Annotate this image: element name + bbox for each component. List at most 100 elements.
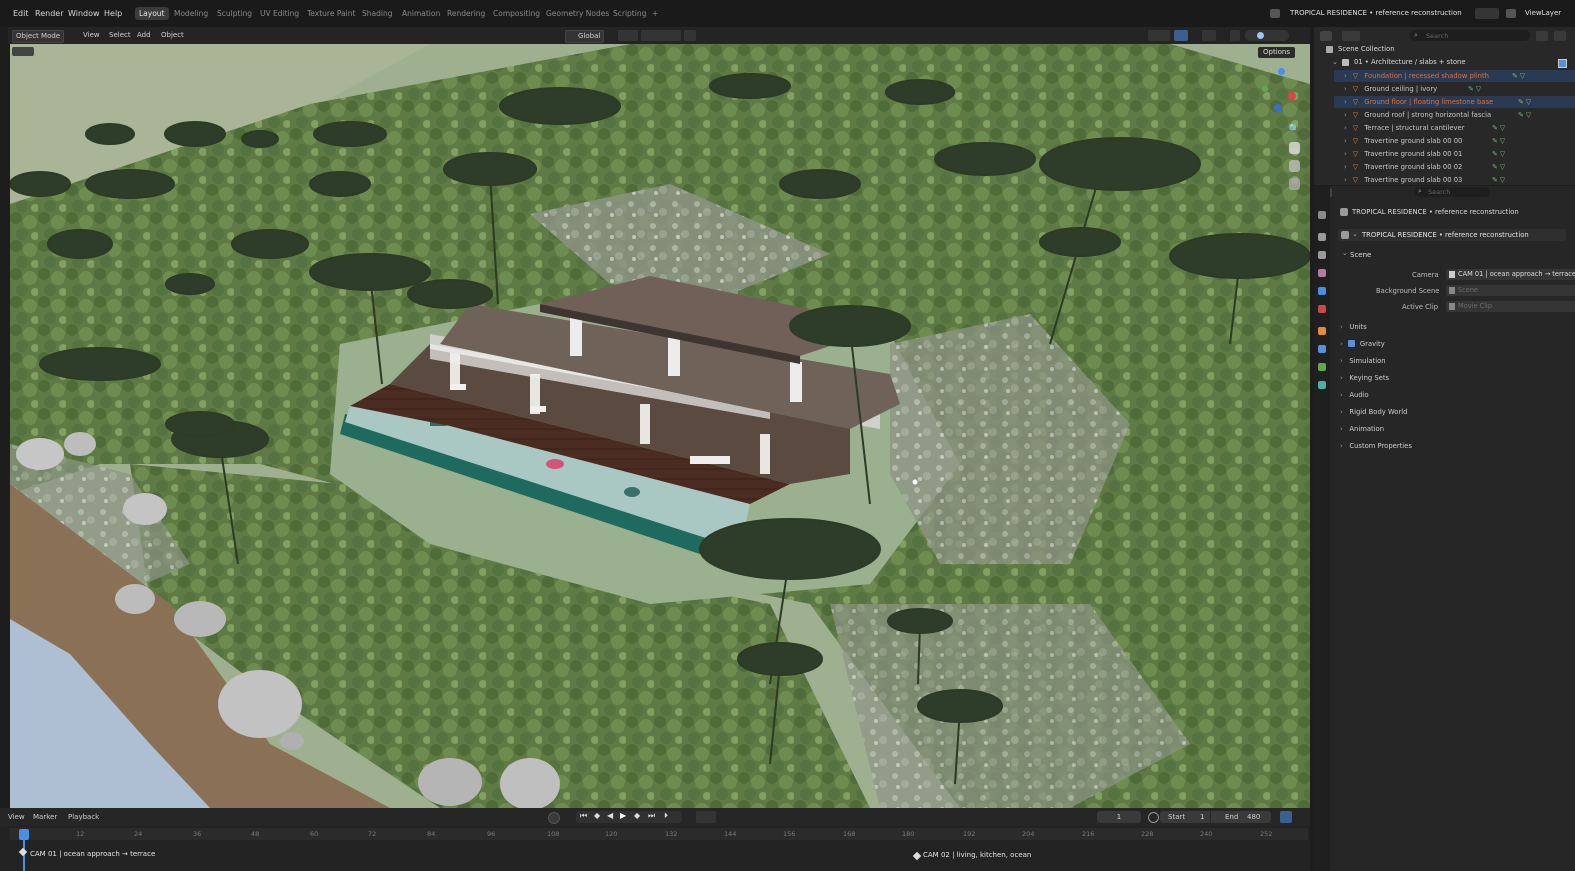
active-clip-field[interactable]: Movie Clip (1446, 301, 1575, 312)
expand-arrow-icon[interactable]: › (1344, 124, 1347, 132)
scene-tab-icon[interactable] (1318, 287, 1326, 295)
expand-arrow-icon[interactable]: › (1344, 85, 1347, 93)
expand-arrow-icon[interactable]: › (1344, 98, 1347, 106)
outliner-row-terrace[interactable]: › ▽ Terrace | structural cantilever ✎ ▽ (1334, 122, 1575, 134)
z-axis-icon[interactable] (1278, 68, 1285, 75)
section-simulation[interactable]: › Simulation (1340, 356, 1568, 368)
menu-window[interactable]: Window (68, 9, 100, 18)
scene-panel-title[interactable]: Scene (1350, 251, 1371, 259)
prev-keyframe-icon[interactable]: ◆ (594, 811, 600, 820)
orientation-dropdown[interactable]: Global (565, 30, 605, 43)
display-mode-dropdown[interactable] (1342, 31, 1360, 41)
tab-layout[interactable]: Layout (135, 7, 169, 20)
overlay-toggle[interactable] (1202, 30, 1216, 41)
expand-arrow-icon[interactable]: › (1344, 163, 1347, 171)
current-frame-field[interactable]: 1 (1097, 811, 1141, 823)
section-units[interactable]: › Units (1340, 322, 1568, 334)
timeline-marker-menu[interactable]: Marker (33, 813, 57, 821)
architecture-collection[interactable]: 01 • Architecture / slabs + stone (1354, 58, 1466, 66)
snap-dropdown[interactable] (641, 30, 681, 41)
object-menu[interactable]: Object (158, 30, 187, 41)
pivot-dropdown[interactable] (618, 30, 638, 41)
tool-tab-icon[interactable] (1318, 211, 1326, 219)
menu-render[interactable]: Render (35, 9, 63, 18)
timeline-view-menu[interactable]: View (8, 813, 25, 821)
record-button[interactable] (548, 812, 560, 824)
marker-icon[interactable] (912, 851, 922, 861)
y-axis-icon[interactable] (1262, 86, 1268, 92)
outliner-row-ground-roof[interactable]: › ▽ Ground roof | strong horizontal fasc… (1334, 109, 1575, 121)
timeline-ruler[interactable] (10, 828, 1308, 840)
perspective-toggle-icon[interactable] (1289, 178, 1300, 190)
marker-cam-02[interactable]: CAM 02 | living, kitchen, ocean (923, 851, 1031, 859)
jump-end-icon[interactable]: ⏭ (648, 811, 655, 821)
3d-viewport[interactable]: 🔍 Options (10, 44, 1310, 808)
xray-toggle[interactable] (1230, 30, 1240, 41)
properties-search-input[interactable]: ⌕ Search (1414, 187, 1490, 197)
expand-arrow-icon[interactable]: › (1344, 137, 1347, 145)
world-tab-icon[interactable] (1318, 305, 1326, 313)
camera-field[interactable]: CAM 01 | ocean approach → terrace (1446, 269, 1575, 280)
camera-view-icon[interactable] (1289, 160, 1300, 172)
scene-actions[interactable] (1475, 8, 1499, 19)
next-keyframe-icon[interactable]: ◆ (634, 811, 640, 820)
expand-arrow-icon[interactable]: ⌄ (1332, 58, 1338, 66)
modifier-tab-icon[interactable] (1318, 345, 1326, 353)
keying-dropdown[interactable] (696, 811, 716, 823)
tab-geometry-nodes[interactable]: Geometry Nodes (542, 7, 613, 20)
frame-step-icon[interactable]: ⏵ (664, 811, 668, 821)
view-menu[interactable]: View (80, 30, 103, 41)
marker-icon[interactable] (18, 847, 28, 857)
scene-collection-label[interactable]: Scene Collection (1338, 45, 1395, 53)
tab-compositing[interactable]: Compositing (489, 7, 544, 20)
tab-modeling[interactable]: Modeling (170, 7, 212, 20)
outliner-row-foundation[interactable]: › ▽ Foundation | recessed shadow plinth … (1334, 70, 1575, 82)
section-rigid-body-world[interactable]: › Rigid Body World (1340, 407, 1568, 419)
end-frame-field[interactable]: End 480 (1211, 811, 1271, 823)
zoom-icon[interactable]: 🔍 (1288, 124, 1300, 136)
tab-animation[interactable]: Animation (398, 7, 444, 20)
start-frame-field[interactable]: Start 1 (1160, 811, 1210, 823)
navigation-gizmo[interactable] (1258, 64, 1298, 114)
shading-mode-buttons[interactable] (1245, 30, 1289, 41)
proportional-edit-button[interactable] (684, 30, 696, 41)
output-tab-icon[interactable] (1318, 251, 1326, 259)
section-animation[interactable]: › Animation (1340, 424, 1568, 436)
outliner-search-input[interactable]: ⌕ Search (1410, 30, 1530, 41)
timeline-playback-menu[interactable]: Playback (68, 813, 99, 821)
visibility-dropdown[interactable] (1148, 30, 1170, 41)
x-axis-icon[interactable] (1288, 92, 1296, 100)
tab-scripting[interactable]: Scripting (609, 7, 650, 20)
play-reverse-icon[interactable]: ◀ (607, 811, 613, 820)
object-tab-icon[interactable] (1318, 327, 1326, 335)
menu-edit[interactable]: Edit (13, 9, 29, 18)
outliner-row-slab-03[interactable]: › ▽ Travertine ground slab 00 03 ✎ ▽ (1334, 174, 1575, 186)
tab-shading[interactable]: Shading (358, 7, 396, 20)
expand-arrow-icon[interactable]: › (1344, 150, 1347, 158)
tab-sculpting[interactable]: Sculpting (213, 7, 256, 20)
filter-dropdown[interactable] (1536, 31, 1548, 41)
jump-start-icon[interactable]: ⏮ (580, 811, 587, 821)
menu-help[interactable]: Help (104, 9, 122, 18)
tab-rendering[interactable]: Rendering (443, 7, 489, 20)
preview-range-clock-icon[interactable] (1148, 812, 1159, 823)
collection-checkbox[interactable] (1558, 59, 1567, 68)
scene-name[interactable]: TROPICAL RESIDENCE • reference reconstru… (1290, 9, 1462, 17)
tab-uv-editing[interactable]: UV Editing (256, 7, 303, 20)
select-menu[interactable]: Select (106, 30, 134, 41)
expand-arrow-icon[interactable]: › (1344, 111, 1347, 119)
outliner-row-slab-01[interactable]: › ▽ Travertine ground slab 00 01 ✎ ▽ (1334, 148, 1575, 160)
collapse-arrow-icon[interactable]: ⌄ (1342, 249, 1348, 257)
neg-z-axis-icon[interactable] (1274, 104, 1282, 112)
view-layer-tab-icon[interactable] (1318, 269, 1326, 277)
outliner-row-slab-00[interactable]: › ▽ Travertine ground slab 00 00 ✎ ▽ (1334, 135, 1575, 147)
expand-arrow-icon[interactable]: › (1344, 72, 1347, 80)
section-audio[interactable]: › Audio (1340, 390, 1568, 402)
options-dropdown[interactable]: Options (1258, 47, 1296, 58)
auto-keying-toggle[interactable] (1280, 811, 1292, 823)
background-scene-field[interactable]: Scene (1446, 285, 1575, 296)
object-mode-dropdown[interactable]: Object Mode (12, 30, 65, 43)
section-keying-sets[interactable]: › Keying Sets (1340, 373, 1568, 385)
add-workspace-button[interactable]: + (648, 7, 662, 20)
render-tab-icon[interactable] (1318, 233, 1326, 241)
